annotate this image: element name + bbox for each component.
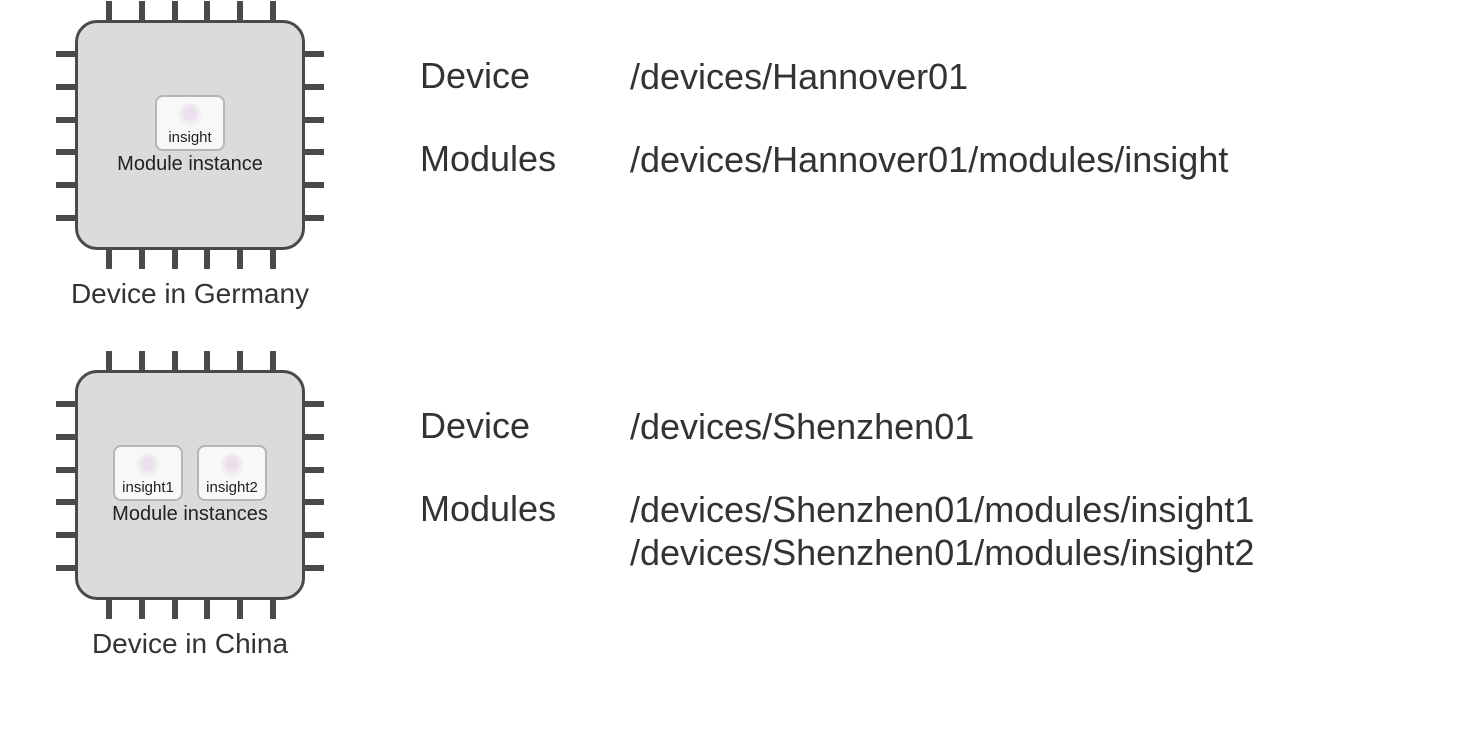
chip-pins-left: [56, 401, 78, 571]
device-row-germany: insight Module instance Device in German…: [20, 20, 1456, 310]
module-label: insight: [168, 129, 211, 146]
module-path: /devices/Hannover01/modules/insight: [630, 138, 1228, 181]
chip-column-germany: insight Module instance Device in German…: [20, 20, 360, 310]
chip-pins-right: [302, 51, 324, 221]
chip-caption-germany: Device in Germany: [71, 278, 309, 310]
device-label: Device: [420, 55, 630, 97]
modules-label: Modules: [420, 488, 630, 530]
info-row-modules: Modules /devices/Shenzhen01/modules/insi…: [420, 488, 1456, 574]
modules-paths: /devices/Hannover01/modules/insight: [630, 138, 1228, 181]
chip-icon: insight1 insight2 Module instances: [75, 370, 305, 600]
module-caption: Module instances: [112, 503, 268, 526]
chip-pins-bottom: [106, 247, 276, 269]
chip-inner: insight1 insight2 Module instances: [112, 445, 268, 526]
device-row-china: insight1 insight2 Module instances Devic…: [20, 370, 1456, 660]
chip-inner: insight Module instance: [117, 95, 263, 176]
module-box-insight2: insight2: [197, 445, 267, 501]
device-path: /devices/Hannover01: [630, 55, 968, 98]
module-path: /devices/Shenzhen01/modules/insight1: [630, 488, 1254, 531]
module-box-insight1: insight1: [113, 445, 183, 501]
chip-pins-left: [56, 51, 78, 221]
device-path: /devices/Shenzhen01: [630, 405, 974, 448]
module-label: insight1: [122, 479, 174, 496]
chip-pins-bottom: [106, 597, 276, 619]
info-column-germany: Device /devices/Hannover01 Modules /devi…: [360, 20, 1456, 221]
lightbulb-icon: [178, 103, 202, 127]
chip-pins-top: [106, 351, 276, 373]
modules-label: Modules: [420, 138, 630, 180]
lightbulb-icon: [136, 453, 160, 477]
device-label: Device: [420, 405, 630, 447]
chip-icon: insight Module instance: [75, 20, 305, 250]
info-row-device: Device /devices/Shenzhen01: [420, 405, 1456, 448]
module-caption: Module instance: [117, 153, 263, 176]
module-box-insight: insight: [155, 95, 225, 151]
info-row-device: Device /devices/Hannover01: [420, 55, 1456, 98]
chip-pins-top: [106, 1, 276, 23]
chip-column-china: insight1 insight2 Module instances Devic…: [20, 370, 360, 660]
chip-pins-right: [302, 401, 324, 571]
module-boxes-row: insight1 insight2: [113, 445, 267, 501]
info-row-modules: Modules /devices/Hannover01/modules/insi…: [420, 138, 1456, 181]
module-label: insight2: [206, 479, 258, 496]
modules-paths: /devices/Shenzhen01/modules/insight1 /de…: [630, 488, 1254, 574]
lightbulb-icon: [220, 453, 244, 477]
info-column-china: Device /devices/Shenzhen01 Modules /devi…: [360, 370, 1456, 615]
chip-caption-china: Device in China: [92, 628, 288, 660]
module-path: /devices/Shenzhen01/modules/insight2: [630, 531, 1254, 574]
